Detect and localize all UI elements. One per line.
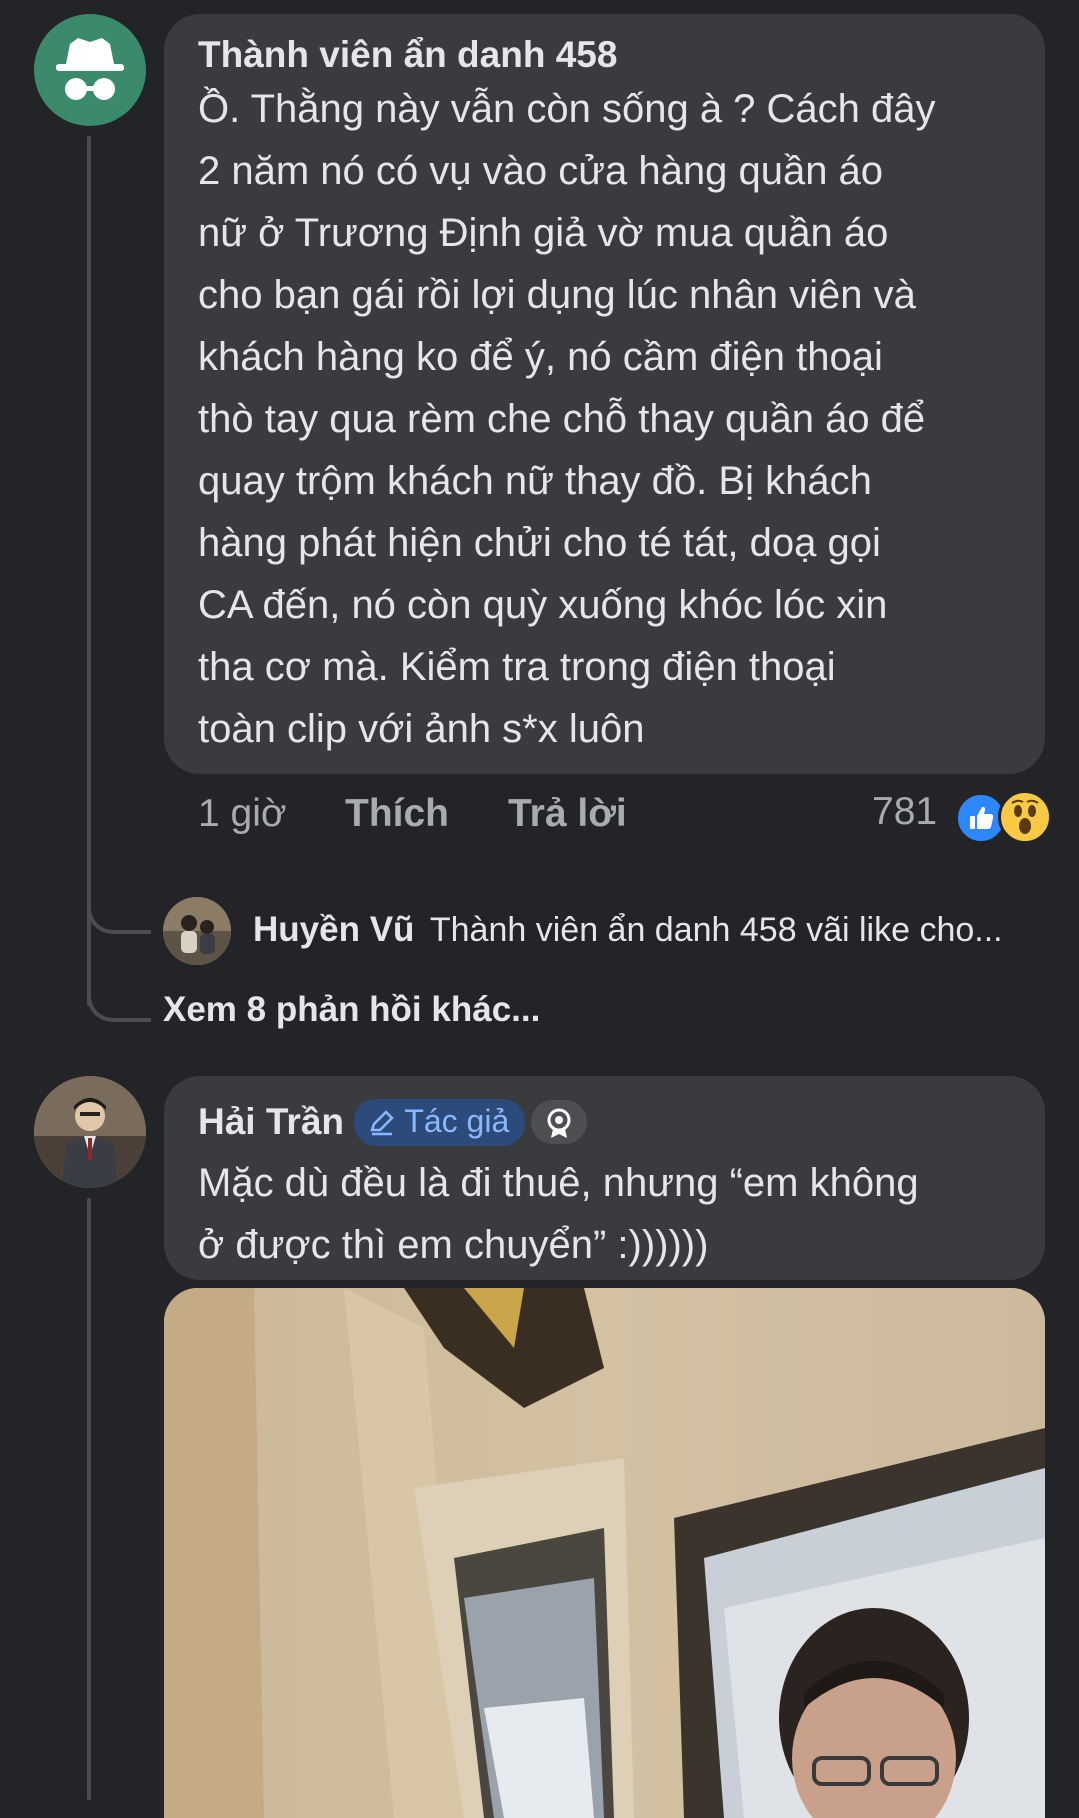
incognito-icon bbox=[56, 38, 124, 100]
comment-image[interactable] bbox=[164, 1288, 1045, 1818]
reply-author[interactable]: Huyền Vũ bbox=[253, 910, 414, 949]
wow-icon[interactable] bbox=[998, 790, 1052, 844]
award-icon bbox=[547, 1108, 571, 1138]
reply-avatar[interactable] bbox=[163, 897, 231, 965]
like-button[interactable]: Thích bbox=[345, 792, 449, 836]
comment-bubble[interactable]: Thành viên ẩn danh 458 Ồ. Thằng này vẫn … bbox=[164, 14, 1045, 774]
comment-author[interactable]: Thành viên ẩn danh 458 bbox=[198, 34, 617, 76]
author-avatar[interactable] bbox=[34, 1076, 146, 1188]
badge-label: Tác giả bbox=[404, 1102, 510, 1139]
comment-time: 1 giờ bbox=[198, 792, 287, 835]
thread-line bbox=[87, 1198, 91, 1800]
comment-author[interactable]: Hải Trần bbox=[198, 1101, 344, 1143]
comment-text: Mặc dù đều là đi thuê, nhưng “em không ở… bbox=[198, 1161, 919, 1267]
reply-preview[interactable]: Huyền Vũ Thành viên ẩn danh 458 vãi like… bbox=[253, 910, 1003, 950]
reply-connector bbox=[87, 880, 151, 934]
pencil-icon bbox=[370, 1109, 394, 1135]
reaction-count[interactable]: 781 bbox=[872, 790, 937, 834]
reply-button[interactable]: Trả lời bbox=[508, 792, 627, 836]
reply-text: Thành viên ẩn danh 458 vãi like cho... bbox=[429, 911, 1003, 949]
author-badge[interactable]: Tác giả bbox=[354, 1098, 526, 1146]
anonymous-avatar[interactable] bbox=[34, 14, 146, 126]
more-replies-link[interactable]: Xem 8 phản hồi khác... bbox=[163, 990, 540, 1030]
more-replies-connector bbox=[87, 960, 151, 1022]
top-fan-badge[interactable] bbox=[531, 1100, 588, 1144]
comment-bubble[interactable]: Hải Trần Tác giả Mặc dù đều là đi thuê, … bbox=[164, 1076, 1045, 1280]
thread-line bbox=[87, 136, 91, 1006]
comment-text: Ồ. Thằng này vẫn còn sống à ? Cách đây 2… bbox=[198, 87, 936, 751]
